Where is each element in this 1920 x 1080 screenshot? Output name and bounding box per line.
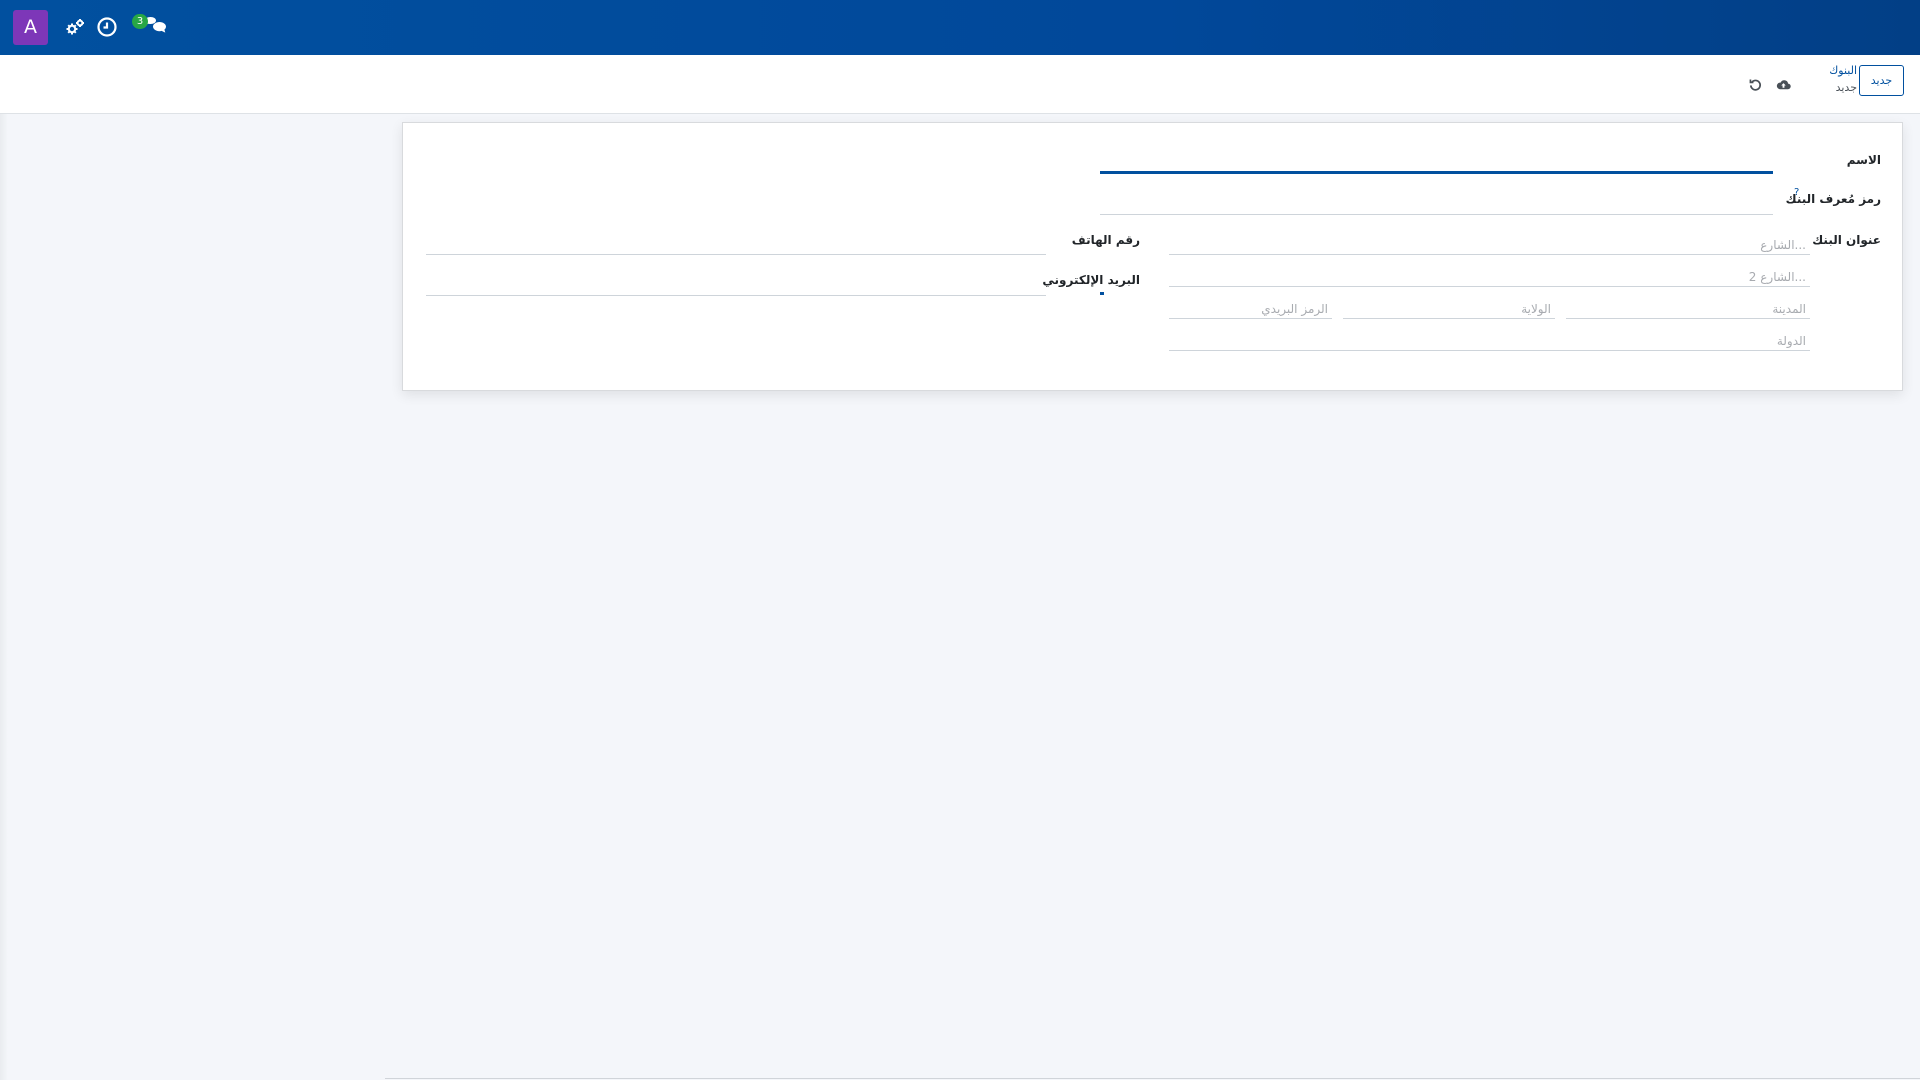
control-panel: جديد البنوك جديد (0, 55, 1920, 114)
bic-label: رمز مُعرف البنك (1785, 192, 1881, 206)
phone-input[interactable] (426, 235, 1046, 255)
undo-icon[interactable] (1748, 77, 1763, 92)
clock-icon[interactable] (95, 15, 119, 39)
street-input[interactable]: الشارع... (1169, 235, 1810, 255)
email-label: البريد الإلكتروني (1042, 273, 1140, 287)
email-input[interactable] (426, 276, 1046, 296)
country-select[interactable]: الدولة (1169, 331, 1810, 351)
name-input[interactable] (1100, 152, 1773, 174)
cloud-upload-icon[interactable] (1776, 77, 1791, 92)
bic-input[interactable] (1100, 195, 1773, 215)
bottom-divider (385, 1078, 1920, 1079)
left-shadow-strip (0, 114, 8, 1080)
form-sheet: الاسم رمز مُعرف البنك ? عنوان البنك الشا… (402, 122, 1903, 391)
breadcrumb-current: جديد (1835, 81, 1857, 94)
cogs-icon[interactable] (64, 15, 88, 39)
user-avatar[interactable]: A (13, 10, 48, 45)
bank-address-label: عنوان البنك (1812, 233, 1881, 247)
phone-label: رقم الهاتف (1071, 233, 1140, 247)
top-navbar: A 3 (0, 0, 1920, 55)
state-input[interactable]: الولاية (1343, 299, 1555, 319)
name-label: الاسم (1846, 153, 1881, 167)
new-button[interactable]: جديد (1859, 65, 1904, 96)
breadcrumb-parent[interactable]: البنوك (1820, 64, 1857, 78)
bic-help-tooltip[interactable]: ? (1794, 187, 1799, 198)
street2-input[interactable]: الشارع 2... (1169, 267, 1810, 287)
zip-input[interactable]: الرمز البريدي (1169, 299, 1332, 319)
city-input[interactable]: المدينة (1566, 299, 1810, 319)
chat-badge: 3 (132, 14, 148, 29)
